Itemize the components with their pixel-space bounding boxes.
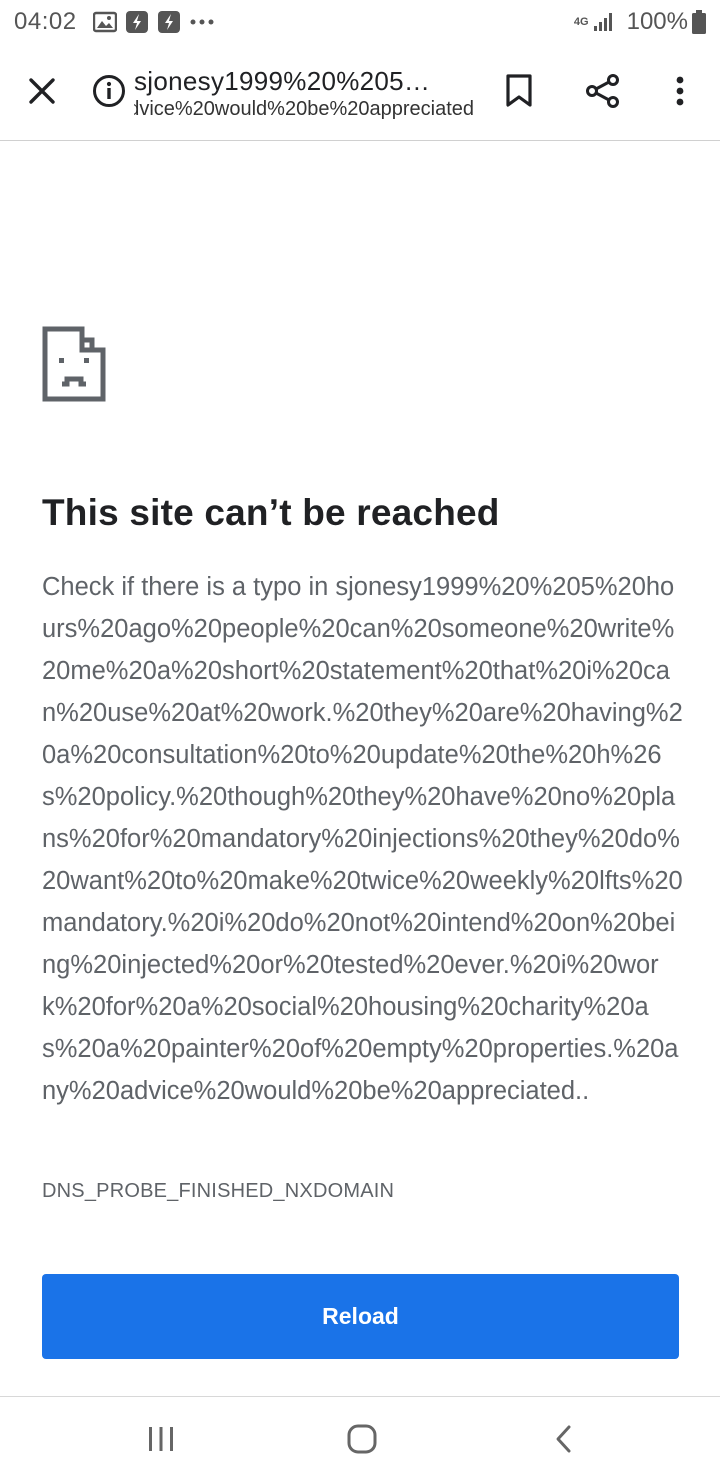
battery-icon [692, 10, 706, 34]
close-icon [29, 78, 55, 104]
system-navigation-bar [0, 1396, 720, 1480]
share-icon [586, 74, 619, 108]
bookmark-icon [506, 74, 532, 107]
gallery-notification-icon [92, 11, 117, 33]
more-vert-icon [676, 76, 684, 106]
share-button[interactable] [578, 66, 628, 116]
home-icon [347, 1424, 377, 1454]
recent-apps-icon [149, 1427, 173, 1451]
close-tab-button[interactable] [17, 66, 67, 116]
back-icon [556, 1425, 571, 1453]
home-button[interactable] [332, 1421, 392, 1457]
error-description: Check if there is a typo in sjonesy1999%… [42, 573, 683, 1105]
app-notification-icon [157, 10, 181, 34]
error-code: DNS_PROBE_FINISHED_NXDOMAIN [42, 1180, 395, 1202]
reload-button[interactable]: Reload [42, 1274, 679, 1359]
status-bar: 04:02 4G 100% [0, 0, 720, 44]
url-subtitle: any%20advice%20would%20be%20appreciated. [134, 98, 474, 120]
error-heading: This site can’t be reached [42, 492, 500, 533]
bookmark-button[interactable] [494, 66, 544, 116]
more-notifications-icon [189, 18, 215, 26]
app-notification-icon [125, 10, 149, 34]
battery-level: 100% [626, 8, 688, 35]
signal-icon [593, 12, 613, 32]
status-time: 04:02 [14, 8, 77, 35]
sad-page-icon [42, 326, 106, 407]
url-title: sjonesy1999%20%205… [134, 66, 431, 96]
network-type: 4G [573, 16, 589, 28]
recent-apps-button[interactable] [131, 1421, 191, 1457]
more-menu-button[interactable] [655, 66, 705, 116]
page-info-button[interactable] [84, 66, 134, 116]
back-button[interactable] [534, 1421, 594, 1457]
url-display[interactable]: sjonesy1999%20%205… any%20advice%20would… [134, 66, 474, 122]
browser-toolbar: sjonesy1999%20%205… any%20advice%20would… [0, 44, 720, 141]
info-icon [93, 75, 125, 107]
